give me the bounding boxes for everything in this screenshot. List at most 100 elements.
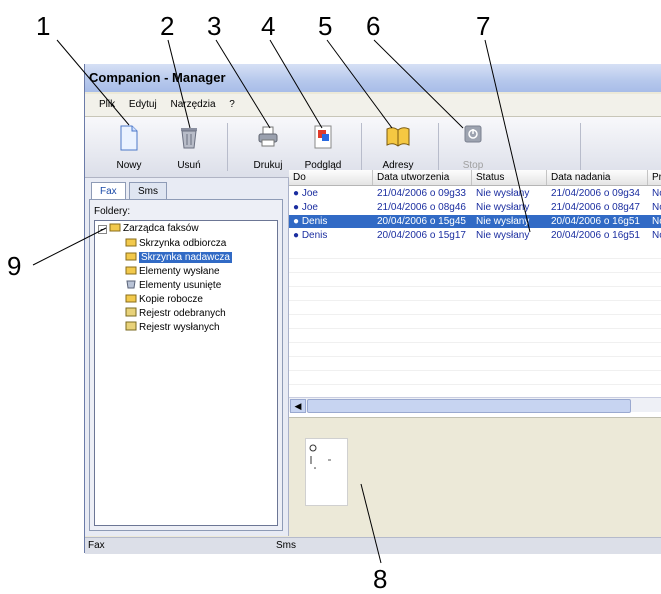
tree-item-received-log[interactable]: Rejestr odebranych: [125, 307, 226, 320]
table-row[interactable]: ● Denis 20/04/2006 o 15g17 Nie wysłany 2…: [289, 229, 661, 242]
grid-line: [289, 370, 661, 371]
tree-item-outbox[interactable]: Skrzynka nadawcza: [125, 251, 232, 264]
table-row[interactable]: ● Joe 21/04/2006 o 09g33 Nie wysłany 21/…: [289, 187, 661, 200]
scroll-left-arrow[interactable]: ◀: [290, 399, 306, 413]
window-title: Companion - Manager: [85, 64, 661, 92]
cell-sent-date: 21/04/2006 o 09g34: [551, 188, 640, 199]
deleted-folder-icon: [125, 279, 137, 289]
grid-line: [289, 356, 661, 357]
column-header-do[interactable]: Do: [289, 170, 373, 185]
cell-status: Nie wysłany: [476, 216, 530, 227]
callout-2: 2: [160, 11, 175, 41]
new-document-icon: [120, 125, 138, 151]
folder-tree: − Zarządca faksów Skrzynka odbiorcza Skr…: [94, 220, 278, 526]
page-thumbnail-marks: [309, 444, 331, 469]
grid-line: [289, 272, 661, 273]
contact-icon: ●: [293, 202, 300, 213]
tree-root[interactable]: Zarządca faksów: [109, 222, 199, 235]
column-header-status[interactable]: Status: [472, 170, 547, 185]
fax-list: Do Data utworzenia Status Data nadania P…: [289, 170, 661, 420]
grid-line: [289, 384, 661, 385]
menu-edytuj[interactable]: Edytuj: [129, 99, 157, 110]
callout-9: 9: [7, 251, 22, 281]
contact-icon: ●: [293, 230, 300, 241]
cell-status: Nie wysłany: [476, 188, 530, 199]
status-bar: Fax Sms: [85, 537, 661, 554]
grid-line: [289, 258, 661, 259]
contact-icon: ●: [293, 216, 300, 227]
column-header-priority[interactable]: Pri: [648, 170, 661, 185]
callout-5: 5: [318, 11, 333, 41]
cell-priority: No: [652, 216, 661, 227]
drafts-folder-icon: [125, 293, 137, 303]
callout-7: 7: [476, 11, 491, 41]
toolbar-separator: [438, 123, 439, 171]
cell-recipient: Denis: [301, 216, 328, 227]
grid-line: [289, 300, 661, 301]
preview-icon: [314, 125, 332, 149]
grid-line: [289, 314, 661, 315]
cell-priority: No: [652, 202, 661, 213]
cell-recipient: Denis: [301, 230, 328, 241]
tree-item-drafts[interactable]: Kopie robocze: [125, 293, 203, 306]
grid-line: [289, 286, 661, 287]
cell-priority: No: [652, 188, 661, 199]
contact-icon: ●: [293, 188, 300, 199]
status-sms: Sms: [276, 540, 296, 551]
address-book-icon: [386, 127, 410, 147]
tab-sms[interactable]: Sms: [129, 182, 167, 200]
toolbar-separator: [580, 123, 581, 171]
cell-sent-date: 20/04/2006 o 16g51: [551, 230, 640, 241]
received-log-icon: [125, 307, 137, 317]
sent-log-icon: [125, 321, 137, 331]
tree-item-inbox[interactable]: Skrzynka odbiorcza: [125, 237, 226, 250]
tree-item-deleted[interactable]: Elementy usunięte: [125, 279, 221, 292]
stop-button[interactable]: Stop: [445, 119, 501, 175]
preview-button[interactable]: Podgląd: [295, 119, 351, 175]
menu-help[interactable]: ?: [229, 99, 235, 110]
tree-item-sent-log[interactable]: Rejestr wysłanych: [125, 321, 220, 334]
addresses-button[interactable]: Adresy: [370, 119, 426, 175]
toolbar-separator: [227, 123, 228, 171]
tree-collapse-toggle[interactable]: −: [98, 225, 107, 234]
printer-icon: [258, 126, 278, 147]
sent-folder-icon: [125, 265, 137, 275]
table-row-selected[interactable]: ● Denis 20/04/2006 o 15g45 Nie wysłany 2…: [289, 215, 661, 228]
fax-page-thumbnail[interactable]: [305, 438, 348, 506]
inbox-folder-icon: [125, 237, 137, 247]
menu-narzedzia[interactable]: Narzędzia: [170, 99, 215, 110]
table-row[interactable]: ● Joe 21/04/2006 o 08g46 Nie wysłany 21/…: [289, 201, 661, 214]
list-header: Do Data utworzenia Status Data nadania P…: [289, 170, 661, 186]
fax-preview-pane: [289, 417, 661, 537]
delete-button[interactable]: Usuń: [161, 119, 217, 175]
cell-status: Nie wysłany: [476, 202, 530, 213]
callout-3: 3: [207, 11, 222, 41]
cell-created: 21/04/2006 o 08g46: [377, 202, 466, 213]
toolbar: Nowy Usuń Drukuj Podgląd Adresy Stop: [85, 117, 661, 178]
horizontal-scrollbar[interactable]: ◀: [289, 397, 661, 413]
cell-created: 20/04/2006 o 15g45: [377, 216, 466, 227]
left-pane: Fax Sms Foldery: − Zarządca faksów Skrzy…: [85, 178, 289, 536]
outbox-folder-icon: [125, 251, 137, 261]
cell-status: Nie wysłany: [476, 230, 530, 241]
cell-recipient: Joe: [301, 188, 318, 199]
grid-line: [289, 328, 661, 329]
new-button[interactable]: Nowy: [101, 119, 157, 175]
column-header-created[interactable]: Data utworzenia: [373, 170, 472, 185]
cell-sent-date: 20/04/2006 o 16g51: [551, 216, 640, 227]
cell-sent-date: 21/04/2006 o 08g47: [551, 202, 640, 213]
trash-icon: [181, 128, 197, 149]
print-button[interactable]: Drukuj: [240, 119, 296, 175]
callout-4: 4: [261, 11, 276, 41]
scroll-thumb[interactable]: [307, 399, 631, 413]
column-header-sent-date[interactable]: Data nadania: [547, 170, 648, 185]
cell-created: 20/04/2006 o 15g17: [377, 230, 466, 241]
tree-item-sent[interactable]: Elementy wysłane: [125, 265, 220, 278]
stop-icon: [464, 125, 482, 143]
menu-plik[interactable]: Plik: [99, 99, 115, 110]
callout-8: 8: [373, 564, 388, 594]
menu-bar: Plik Edytuj Narzędzia ?: [85, 94, 661, 117]
folders-label: Foldery:: [94, 206, 131, 217]
toolbar-separator: [361, 123, 362, 171]
status-fax: Fax: [88, 540, 105, 551]
